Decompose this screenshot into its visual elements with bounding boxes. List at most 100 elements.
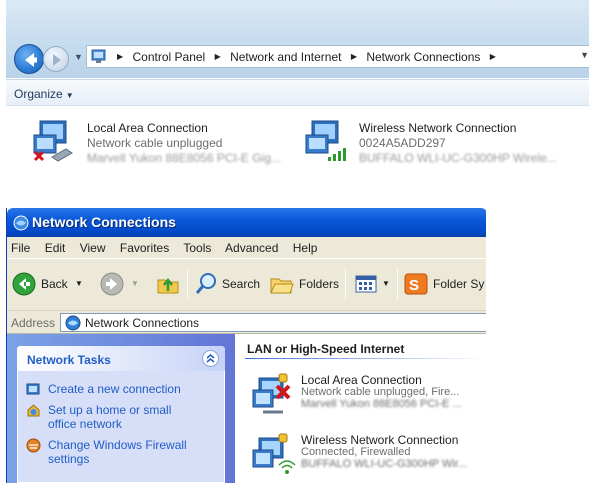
folder-sync-icon: S [404, 273, 428, 295]
search-icon [195, 273, 216, 294]
group-divider [245, 358, 486, 359]
connection-status: 0024A5ADD297 [359, 136, 446, 150]
breadcrumb-separator-icon: ▶ [117, 52, 124, 62]
task-link-label: settings [48, 452, 90, 466]
back-arrow-icon [25, 53, 37, 67]
breadcrumb-separator-icon[interactable]: ▶ [490, 52, 496, 61]
win7-connection-list: Local Area Connection Network cable unpl… [6, 107, 589, 176]
connection-name: Wireless Network Connection [359, 121, 517, 135]
connection-device: Marvell Yukon 88E8056 PCI-E ... [301, 398, 462, 410]
search-label: Search [222, 277, 261, 291]
folder-sync-label: Folder Sy [433, 277, 485, 291]
menu-file[interactable]: File [11, 241, 30, 255]
forward-arrow-icon [53, 54, 61, 66]
connection-device: BUFFALO WLI-UC-G300HP Wirele... [359, 151, 557, 165]
new-connection-icon [26, 383, 40, 395]
task-link-label: Set up a home or small [48, 403, 172, 417]
up-folder-icon [157, 277, 179, 294]
search-button[interactable]: Search [193, 271, 263, 297]
connection-device: BUFFALO WLI-UC-G300HP Wir... [301, 458, 468, 470]
standard-toolbar: Back ▼ ▼ Search Folders ▼ S Folder Sy [7, 258, 486, 310]
connection-status: Network cable unplugged [87, 136, 223, 150]
folders-button[interactable]: Folders [269, 271, 341, 297]
breadcrumb-item[interactable]: Control Panel [133, 50, 206, 64]
network-tasks-panel: Network Tasks Create a new connection Se… [17, 346, 225, 483]
address-input[interactable]: Network Connections [60, 313, 486, 332]
task-pane: Network Tasks Create a new connection Se… [7, 334, 235, 483]
connection-status: Network cable unplugged, Fire... [301, 386, 460, 398]
up-folder-button[interactable] [155, 271, 183, 297]
connection-item-wireless[interactable]: Wireless Network Connection Connected, F… [249, 432, 486, 480]
chevron-down-icon[interactable]: ▼ [75, 279, 83, 288]
forward-button[interactable] [43, 46, 69, 72]
network-connections-icon [13, 215, 29, 231]
winxp-explorer-window: Network Connections File Edit View Favor… [6, 208, 486, 483]
menu-help[interactable]: Help [293, 241, 318, 255]
folders-icon [270, 278, 294, 294]
connection-item-lan[interactable]: Local Area Connection Network cable unpl… [249, 372, 486, 420]
address-bar: Address Network Connections [7, 310, 486, 334]
network-connection-icon [252, 373, 291, 414]
views-icon [355, 275, 377, 293]
address-value: Network Connections [85, 316, 200, 330]
toolbar-separator [187, 269, 188, 299]
back-button[interactable] [14, 44, 44, 74]
chevron-down-icon: ▼ [65, 91, 74, 100]
folder-sync-button[interactable]: S Folder Sy [403, 271, 486, 297]
menu-tools[interactable]: Tools [183, 241, 211, 255]
recent-pages-dropdown-icon[interactable]: ▼ [74, 52, 83, 62]
toolbar-separator [397, 269, 398, 299]
menu-favorites[interactable]: Favorites [120, 241, 169, 255]
views-button[interactable]: ▼ [353, 271, 395, 297]
breadcrumb-separator-icon[interactable]: ▶ [215, 52, 221, 61]
breadcrumb-item[interactable]: Network Connections [366, 50, 480, 64]
wireless-connection-icon [305, 120, 346, 161]
menu-view[interactable]: View [80, 241, 106, 255]
address-dropdown-icon[interactable]: ▼ [580, 50, 589, 60]
forward-button[interactable]: ▼ [99, 271, 143, 297]
breadcrumb-separator-icon[interactable]: ▶ [351, 52, 357, 61]
connections-list: LAN or High-Speed Internet Local Area Co… [235, 334, 486, 483]
back-label: Back [41, 277, 68, 291]
task-link-label: office network [48, 417, 122, 431]
collapse-button[interactable] [202, 350, 219, 367]
wireless-connection-icon [252, 433, 296, 474]
chevron-up-icon [206, 354, 215, 363]
forward-arrow-icon [100, 272, 124, 296]
network-tasks-title: Network Tasks [27, 353, 111, 367]
connection-name: Local Area Connection [301, 373, 422, 387]
win7-command-bar: Organize ▼ [6, 79, 589, 106]
back-arrow-icon [12, 272, 36, 296]
connection-name: Local Area Connection [87, 121, 208, 135]
organize-label: Organize [14, 87, 63, 101]
connection-item-wireless[interactable]: Wireless Network Connection 0024A5ADD297… [304, 119, 589, 175]
connection-device: Marvell Yukon 88E8056 PCI-E Gig... [87, 151, 281, 165]
back-button[interactable]: Back ▼ [11, 271, 97, 297]
network-tasks-body: Create a new connection Set up a home or… [17, 371, 225, 483]
home-network-icon [27, 404, 40, 417]
task-link-label: Create a new connection [48, 382, 181, 396]
connection-status: Connected, Firewalled [301, 446, 411, 458]
win7-explorer-window: ▼ ▶ Control Panel ▶ Network and Internet… [6, 0, 589, 176]
menu-edit[interactable]: Edit [45, 241, 66, 255]
menu-advanced[interactable]: Advanced [225, 241, 278, 255]
task-link-label: Change Windows Firewall [48, 438, 187, 452]
chevron-down-icon[interactable]: ▼ [131, 279, 139, 288]
group-header: LAN or High-Speed Internet [247, 342, 405, 356]
toolbar-separator [345, 269, 346, 299]
network-connection-icon [33, 120, 73, 162]
network-connections-icon [65, 315, 81, 331]
firewall-icon [26, 438, 41, 453]
network-tasks-header[interactable]: Network Tasks [17, 346, 225, 371]
title-bar[interactable]: Network Connections [7, 208, 486, 237]
chevron-down-icon[interactable]: ▼ [382, 279, 390, 288]
breadcrumb-item[interactable]: Network and Internet [230, 50, 341, 64]
breadcrumb[interactable]: ▶ Control Panel ▶ Network and Internet ▶… [86, 45, 589, 68]
connection-name: Wireless Network Connection [301, 433, 459, 447]
control-panel-icon [91, 49, 106, 63]
organize-button[interactable]: Organize ▼ [14, 87, 74, 101]
menu-bar: File Edit View Favorites Tools Advanced … [7, 237, 486, 258]
window-title: Network Connections [32, 214, 176, 230]
win7-address-area: ▼ ▶ Control Panel ▶ Network and Internet… [6, 0, 589, 78]
connection-item-lan[interactable]: Local Area Connection Network cable unpl… [32, 119, 281, 175]
